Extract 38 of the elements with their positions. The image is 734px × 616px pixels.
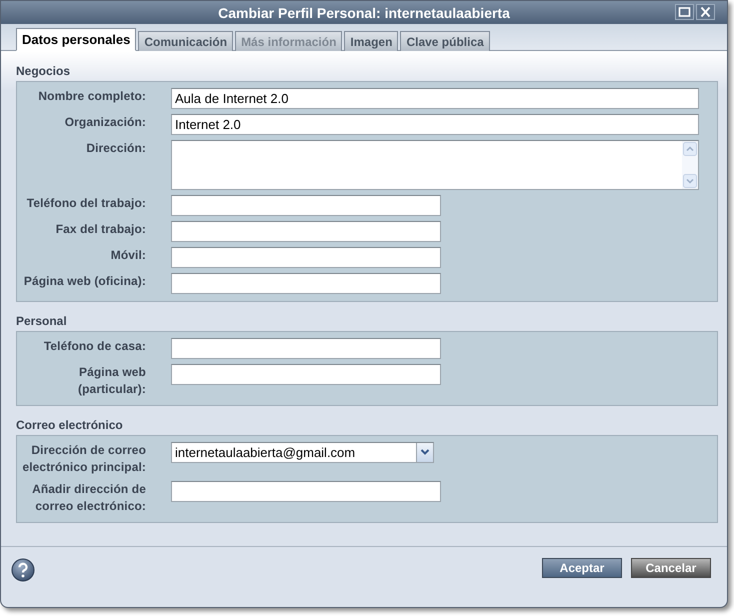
section-heading: Negocios xyxy=(16,64,72,78)
help-icon[interactable] xyxy=(11,558,35,582)
field-label: Página web (particular): xyxy=(77,364,146,398)
field-label: Teléfono del trabajo: xyxy=(26,194,146,212)
maximize-button[interactable] xyxy=(675,4,694,20)
section-heading: Personal xyxy=(16,314,68,328)
chevron-down-icon xyxy=(420,448,430,456)
window-title: Cambiar Perfil Personal: internetaulaabierta xyxy=(218,4,510,20)
field-label: Móvil: xyxy=(110,246,146,264)
close-button[interactable] xyxy=(696,4,715,20)
scroll-down-icon[interactable] xyxy=(683,174,697,188)
field-label: Dirección: xyxy=(85,140,146,156)
text-field[interactable] xyxy=(171,364,441,384)
text-field[interactable] xyxy=(171,338,441,358)
cancel-button[interactable]: Cancelar xyxy=(631,558,711,578)
text-field[interactable] xyxy=(171,480,441,502)
field-label: Nombre completo: xyxy=(37,88,146,104)
text-field[interactable]: Aula de Internet 2.0 xyxy=(171,88,699,108)
field-label: Dirección de correo electrónico principal: xyxy=(21,442,146,476)
field-label: Teléfono de casa: xyxy=(42,338,146,354)
field-label: Añadir dirección de correo electrónico: xyxy=(31,480,146,514)
text-field[interactable] xyxy=(171,246,441,268)
section-heading: Correo electrónico xyxy=(16,418,124,432)
text-field[interactable] xyxy=(171,272,441,294)
accept-button[interactable]: Aceptar xyxy=(542,558,622,578)
tab[interactable]: Imagen xyxy=(344,31,398,51)
text-field[interactable]: Internet 2.0 xyxy=(171,114,699,134)
field-label: Página web (oficina): xyxy=(22,272,146,290)
text-area[interactable] xyxy=(171,140,699,190)
field-label: Organización: xyxy=(64,114,146,130)
text-field[interactable] xyxy=(171,194,441,216)
tab[interactable]: Comunicación xyxy=(138,31,234,51)
field-label: Fax del trabajo: xyxy=(54,220,146,238)
tab[interactable]: Datos personales xyxy=(16,28,136,51)
scroll-up-icon[interactable] xyxy=(683,142,697,156)
text-field[interactable] xyxy=(171,220,441,242)
tab[interactable]: Clave pública xyxy=(400,31,490,51)
email-dropdown[interactable]: internetaulaabierta@gmail.com xyxy=(171,442,434,462)
